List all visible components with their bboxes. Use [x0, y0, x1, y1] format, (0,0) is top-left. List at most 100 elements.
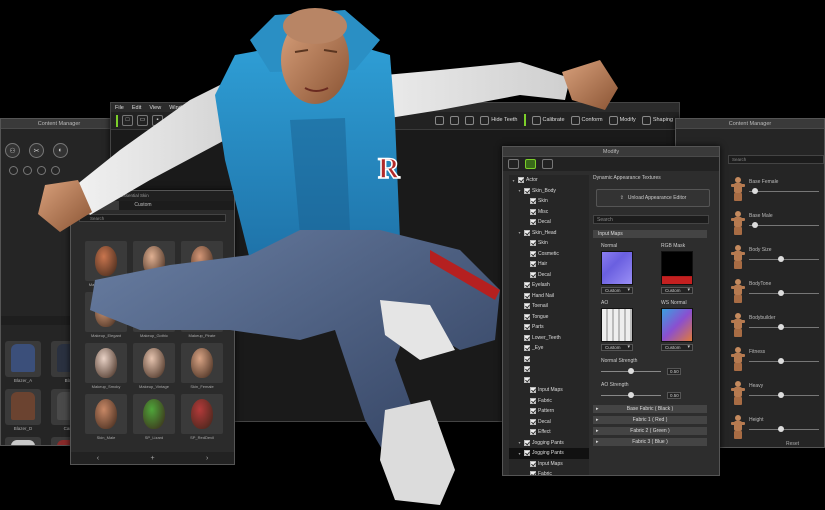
visibility-checkbox[interactable]: [524, 282, 530, 289]
menu-view[interactable]: View: [149, 105, 161, 111]
skin-thumbnail[interactable]: [133, 241, 175, 281]
texture-map-dropdown[interactable]: Custom: [661, 287, 693, 294]
skin-thumbnail[interactable]: [85, 241, 127, 281]
visibility-checkbox[interactable]: [524, 313, 530, 320]
tree-node[interactable]: Hair: [509, 259, 589, 270]
body-thumbnail[interactable]: [731, 415, 745, 439]
visibility-checkbox[interactable]: [530, 261, 536, 268]
skin-template-item[interactable]: Skin_Female: [181, 343, 223, 391]
skin-thumbnail[interactable]: [85, 394, 127, 434]
slider-knob[interactable]: [777, 324, 784, 330]
attribute-tab-icon[interactable]: [508, 159, 519, 169]
slider-knob[interactable]: [777, 426, 784, 432]
fabric-section-header[interactable]: Fabric 3 ( Blue ): [593, 438, 707, 446]
tree-node[interactable]: _Eye: [509, 343, 589, 354]
skin-template-item[interactable]: Makeup_Classic: [133, 241, 175, 289]
skin-template-item[interactable]: SP_RedDevil: [181, 394, 223, 442]
body-morph-slider[interactable]: [749, 358, 819, 364]
tree-node[interactable]: Input Maps: [509, 459, 589, 470]
body-morph-slider[interactable]: [749, 392, 819, 398]
visibility-checkbox[interactable]: [524, 450, 530, 457]
menu-edit[interactable]: Edit: [132, 105, 141, 111]
tree-node[interactable]: Skin: [509, 238, 589, 249]
select-icon[interactable]: [450, 115, 460, 125]
skin-thumbnail[interactable]: [133, 292, 175, 332]
save-icon[interactable]: ▪: [152, 115, 163, 126]
body-thumbnail[interactable]: [731, 313, 745, 337]
modify-button[interactable]: Modify: [608, 115, 636, 125]
tree-node[interactable]: Cosmetic: [509, 249, 589, 260]
tree-node[interactable]: Skin: [509, 196, 589, 207]
checker-tab-icon[interactable]: [542, 159, 553, 169]
new-file-icon[interactable]: □: [122, 115, 133, 126]
visibility-checkbox[interactable]: [530, 219, 536, 226]
skin-thumbnail[interactable]: [181, 292, 223, 332]
tree-node[interactable]: Decal: [509, 417, 589, 428]
tree-node[interactable]: Pattern: [509, 406, 589, 417]
tree-node[interactable]: [509, 375, 589, 386]
body-thumbnail[interactable]: [731, 211, 745, 235]
visibility-checkbox[interactable]: [524, 366, 530, 373]
tree-node[interactable]: Misc: [509, 207, 589, 218]
jacket-item[interactable]: Cardigan_C: [5, 437, 41, 445]
tree-node[interactable]: Decal: [509, 270, 589, 281]
visibility-checkbox[interactable]: [524, 345, 530, 352]
menu-file[interactable]: File: [115, 105, 124, 111]
subcategory-icon[interactable]: [37, 166, 46, 175]
jacket-item[interactable]: Blazer_D: [5, 389, 41, 431]
body-thumbnail[interactable]: [731, 245, 745, 269]
reset-button[interactable]: Reset: [786, 441, 799, 447]
tree-node[interactable]: Tongue: [509, 312, 589, 323]
tree-node[interactable]: Fabric: [509, 396, 589, 407]
normal-strength-slider[interactable]: [601, 368, 661, 374]
texture-map-thumbnail[interactable]: [661, 308, 693, 342]
body-morph-slider[interactable]: [749, 222, 819, 228]
unload-appearance-editor-button[interactable]: ⇪ Unload Appearance Editor: [596, 189, 710, 207]
skin-thumbnail[interactable]: [181, 343, 223, 383]
visibility-checkbox[interactable]: [530, 429, 536, 436]
tab-template[interactable]: Template: [71, 201, 119, 210]
slider-knob[interactable]: [777, 290, 784, 296]
ao-strength-slider[interactable]: [601, 392, 661, 398]
visibility-checkbox[interactable]: [524, 439, 530, 446]
visibility-checkbox[interactable]: [524, 324, 530, 331]
search-input[interactable]: Search: [79, 214, 226, 222]
visibility-checkbox[interactable]: [524, 334, 530, 341]
tree-node[interactable]: [509, 364, 589, 375]
tree-node[interactable]: ▾ Skin_Head: [509, 228, 589, 239]
slider-knob[interactable]: [752, 188, 759, 194]
body-morph-slider[interactable]: [749, 188, 819, 194]
texture-map-thumbnail[interactable]: [601, 308, 633, 342]
tree-node[interactable]: ▾ Jogging Pants: [509, 438, 589, 449]
body-thumbnail[interactable]: [731, 347, 745, 371]
tree-node[interactable]: Parts: [509, 322, 589, 333]
input-maps-header[interactable]: Input Maps: [593, 230, 707, 238]
slider-knob[interactable]: [777, 392, 784, 398]
body-morph-slider[interactable]: [749, 324, 819, 330]
tree-node[interactable]: Hand Nail: [509, 291, 589, 302]
expand-arrow-icon[interactable]: ▾: [517, 440, 522, 445]
subcategory-icon[interactable]: [51, 166, 60, 175]
visibility-checkbox[interactable]: [530, 198, 536, 205]
expand-arrow-icon[interactable]: ▾: [511, 178, 516, 183]
body-morph-slider[interactable]: [749, 256, 819, 262]
search-input[interactable]: Search: [593, 215, 709, 224]
visibility-checkbox[interactable]: [530, 250, 536, 257]
skin-template-item[interactable]: Makeup_Bohemian: [85, 241, 127, 289]
appearance-tab-icon[interactable]: [525, 159, 536, 169]
skin-template-item[interactable]: Makeup_Vintage: [133, 343, 175, 391]
next-icon[interactable]: ›: [206, 455, 208, 462]
fabric-section-header[interactable]: Fabric 2 ( Green ): [593, 427, 707, 435]
fabric-section-header[interactable]: Base Fabric ( Black ): [593, 405, 707, 413]
body-thumbnail[interactable]: [731, 279, 745, 303]
visibility-checkbox[interactable]: [524, 229, 530, 236]
expand-arrow-icon[interactable]: ▾: [517, 451, 522, 456]
menu-window[interactable]: Window: [169, 105, 189, 111]
subcategory-icon[interactable]: [23, 166, 32, 175]
body-morph-slider[interactable]: [749, 290, 819, 296]
tree-node[interactable]: ▾ Jogging Pants: [509, 448, 589, 459]
morph-icon[interactable]: [435, 115, 445, 125]
visibility-checkbox[interactable]: [524, 292, 530, 299]
add-icon[interactable]: +: [150, 455, 154, 462]
subcategory-icon[interactable]: [9, 166, 18, 175]
